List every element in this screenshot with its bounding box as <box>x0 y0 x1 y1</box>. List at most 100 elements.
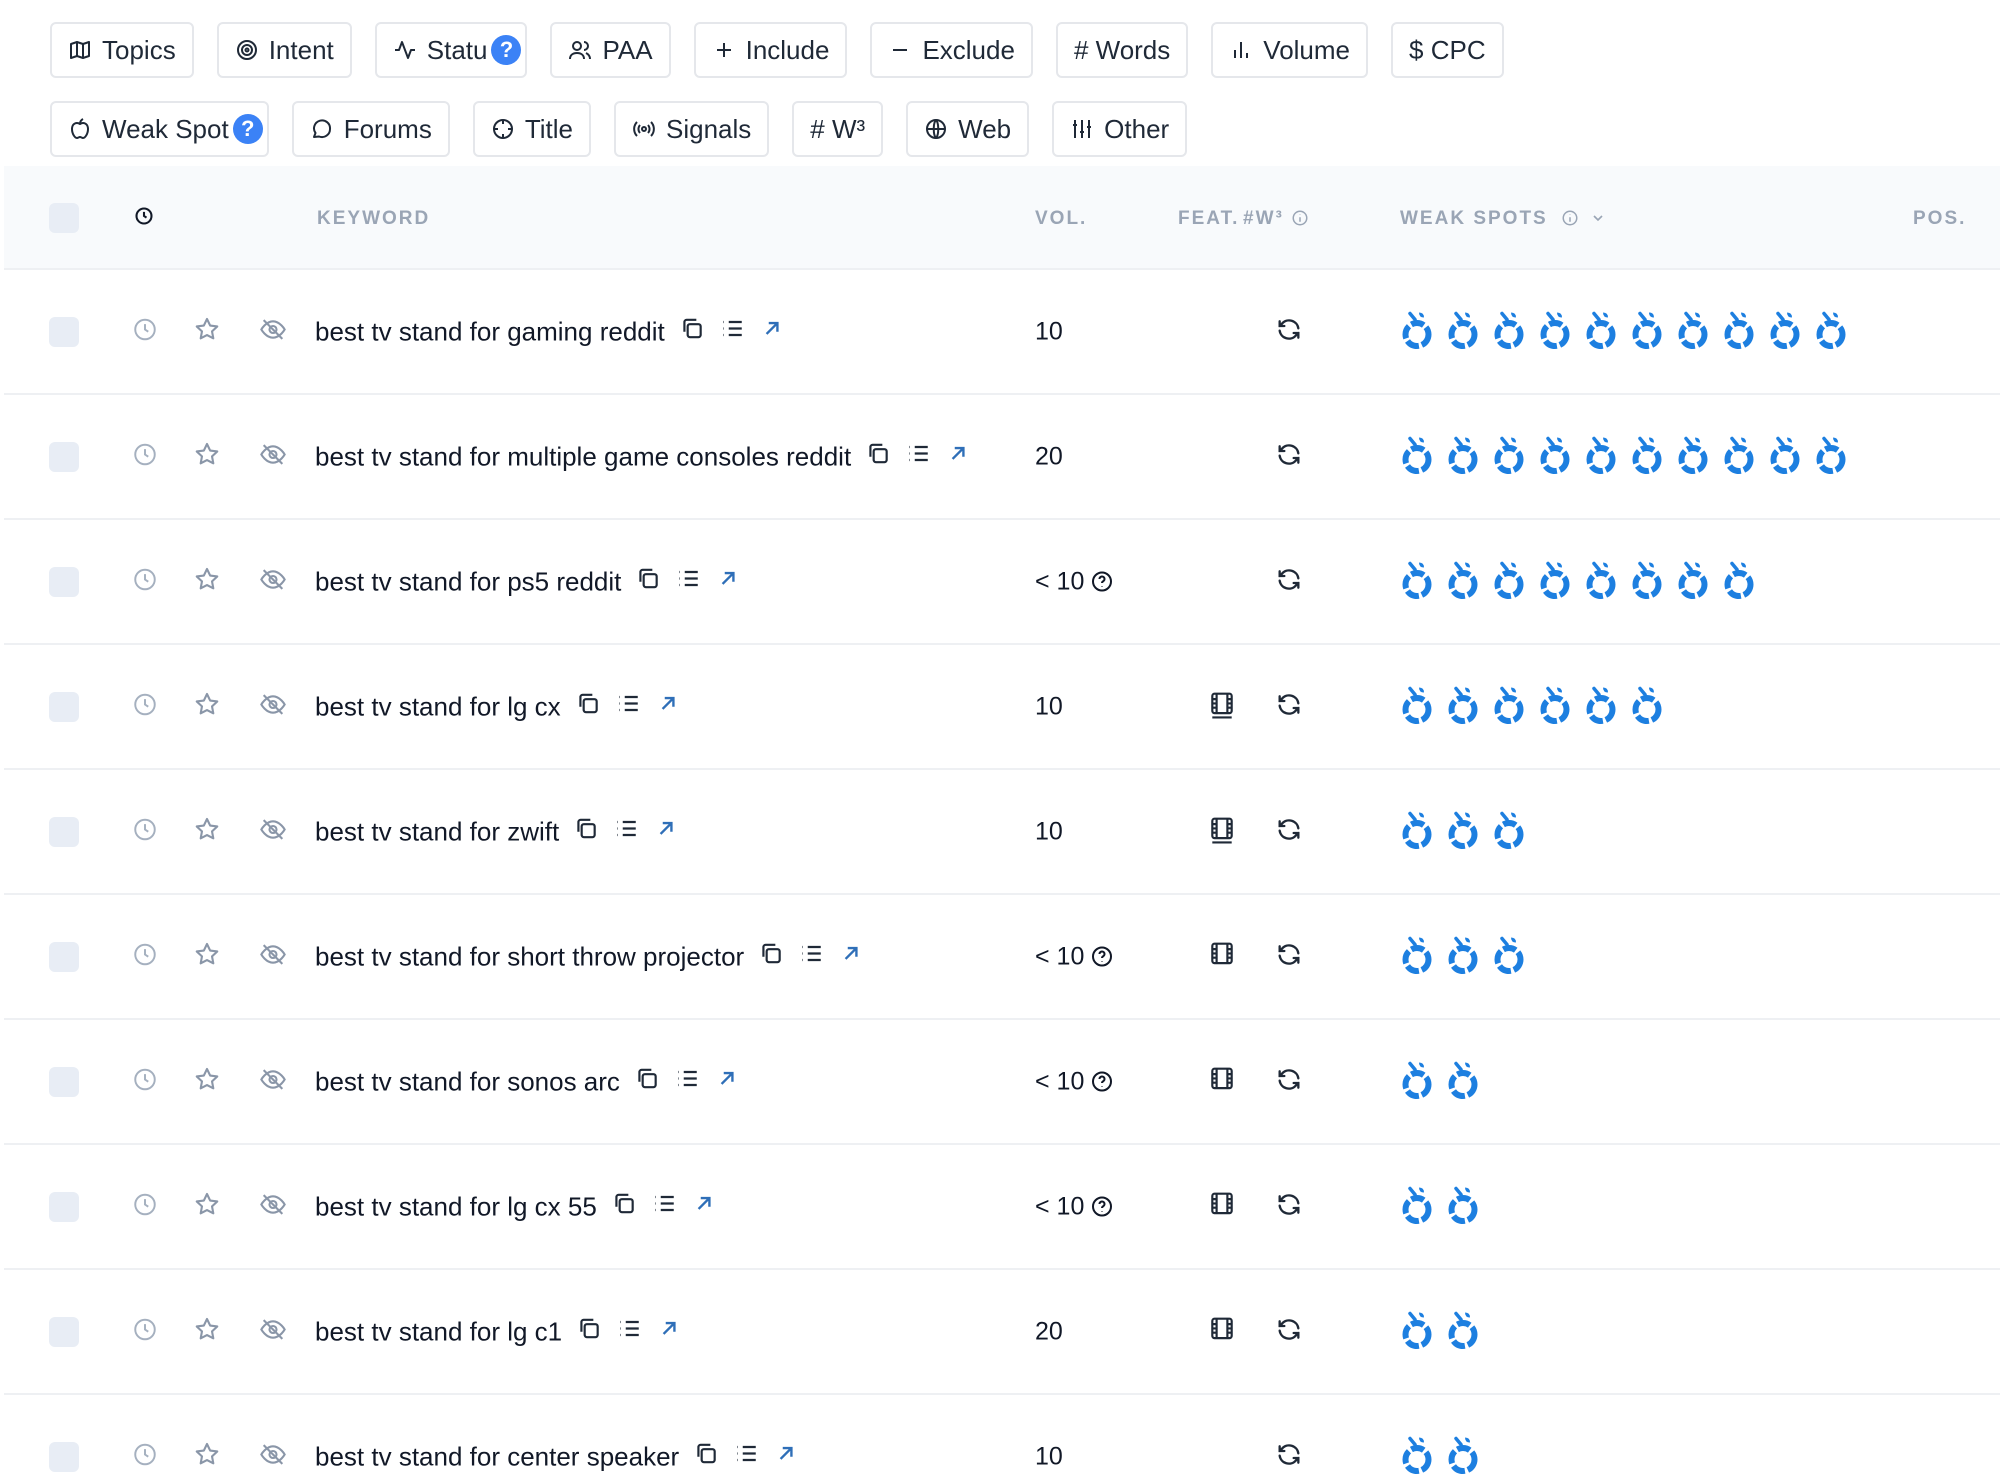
weak-spot-icon[interactable] <box>1446 559 1480 604</box>
weak-spot-icon[interactable] <box>1400 434 1434 479</box>
weak-spot-icon[interactable] <box>1584 309 1618 354</box>
weak-spot-icon[interactable] <box>1584 684 1618 729</box>
refresh-icon[interactable] <box>1275 940 1303 973</box>
keyword-text[interactable]: best tv stand for lg cx <box>315 691 561 722</box>
weak-spot-icon[interactable] <box>1492 309 1526 354</box>
weak-spot-icon[interactable] <box>1768 434 1802 479</box>
filter-other[interactable]: Other <box>1052 101 1188 157</box>
star-icon[interactable] <box>193 565 221 598</box>
weak-spot-icon[interactable] <box>1584 434 1618 479</box>
star-icon[interactable] <box>193 940 221 973</box>
history-icon[interactable] <box>132 441 158 472</box>
filter-exclude[interactable]: Exclude <box>870 22 1033 78</box>
refresh-icon[interactable] <box>1275 1440 1303 1473</box>
pos-header[interactable]: POS. <box>1913 208 1966 230</box>
copy-icon[interactable] <box>758 940 784 973</box>
copy-icon[interactable] <box>576 1315 602 1348</box>
star-icon[interactable] <box>193 1440 221 1473</box>
weak-spots-header[interactable]: WEAK SPOTS <box>1400 208 1606 230</box>
weak-spot-icon[interactable] <box>1400 309 1434 354</box>
row-checkbox[interactable] <box>49 316 79 347</box>
history-icon[interactable] <box>132 941 158 972</box>
keyword-text[interactable]: best tv stand for zwift <box>315 816 559 847</box>
external-link-icon[interactable] <box>759 315 785 348</box>
history-icon[interactable] <box>132 316 158 347</box>
weak-spot-icon[interactable] <box>1630 684 1664 729</box>
keyword-text[interactable]: best tv stand for lg c1 <box>315 1316 562 1347</box>
refresh-icon[interactable] <box>1275 440 1303 473</box>
refresh-icon[interactable] <box>1275 315 1303 348</box>
star-icon[interactable] <box>193 690 221 723</box>
filter-words[interactable]: # Words <box>1055 22 1189 78</box>
filter-cpc[interactable]: $ CPC <box>1391 22 1504 78</box>
film-icon[interactable] <box>1209 815 1235 848</box>
table-row[interactable]: best tv stand for gaming reddit 10 <box>4 270 2000 395</box>
external-link-icon[interactable] <box>691 1190 717 1223</box>
filter-statu[interactable]: Statu? <box>374 22 528 78</box>
eye-off-icon[interactable] <box>259 815 287 848</box>
vol-header[interactable]: VOL. <box>1035 208 1087 230</box>
copy-icon[interactable] <box>635 565 661 598</box>
weak-spot-icon[interactable] <box>1446 934 1480 979</box>
row-checkbox[interactable] <box>49 441 79 472</box>
weak-spot-icon[interactable] <box>1538 434 1572 479</box>
weak-spot-icon[interactable] <box>1538 559 1572 604</box>
row-checkbox[interactable] <box>49 1441 79 1472</box>
table-row[interactable]: best tv stand for sonos arc < 10 <box>4 1020 2000 1145</box>
external-link-icon[interactable] <box>773 1440 799 1473</box>
star-icon[interactable] <box>193 315 221 348</box>
history-icon[interactable] <box>132 816 158 847</box>
table-row[interactable]: best tv stand for zwift 10 <box>4 770 2000 895</box>
eye-off-icon[interactable] <box>259 1440 287 1473</box>
weak-spot-icon[interactable] <box>1446 434 1480 479</box>
help-circle-icon[interactable] <box>1090 945 1114 969</box>
weak-spot-icon[interactable] <box>1446 1309 1480 1354</box>
table-row[interactable]: best tv stand for short throw projector <… <box>4 895 2000 1020</box>
eye-off-icon[interactable] <box>259 1315 287 1348</box>
external-link-icon[interactable] <box>945 440 971 473</box>
weak-spot-icon[interactable] <box>1446 684 1480 729</box>
film-icon[interactable] <box>1209 690 1235 723</box>
weak-spot-icon[interactable] <box>1814 309 1848 354</box>
row-checkbox[interactable] <box>49 566 79 597</box>
weak-spot-icon[interactable] <box>1538 684 1572 729</box>
keyword-text[interactable]: best tv stand for lg cx 55 <box>315 1191 597 1222</box>
list-icon[interactable] <box>719 315 745 348</box>
select-all-checkbox[interactable] <box>49 203 79 233</box>
filter-volume[interactable]: Volume <box>1211 22 1369 78</box>
weak-spot-icon[interactable] <box>1446 309 1480 354</box>
weak-spot-icon[interactable] <box>1768 309 1802 354</box>
help-badge[interactable]: ? <box>491 35 522 65</box>
weak-spot-icon[interactable] <box>1630 434 1664 479</box>
copy-icon[interactable] <box>575 690 601 723</box>
copy-icon[interactable] <box>679 315 705 348</box>
history-icon[interactable] <box>132 1066 158 1097</box>
star-icon[interactable] <box>193 1190 221 1223</box>
weak-spot-icon[interactable] <box>1400 934 1434 979</box>
weak-spot-icon[interactable] <box>1446 1184 1480 1229</box>
keyword-header[interactable]: KEYWORD <box>317 208 430 230</box>
keyword-text[interactable]: best tv stand for multiple game consoles… <box>315 441 851 472</box>
table-row[interactable]: best tv stand for center speaker 10 <box>4 1395 2000 1484</box>
filter-include[interactable]: Include <box>693 22 848 78</box>
row-checkbox[interactable] <box>49 941 79 972</box>
copy-icon[interactable] <box>865 440 891 473</box>
film-icon[interactable] <box>1209 1190 1235 1223</box>
row-checkbox[interactable] <box>49 1191 79 1222</box>
copy-icon[interactable] <box>634 1065 660 1098</box>
weak-spot-icon[interactable] <box>1492 809 1526 854</box>
copy-icon[interactable] <box>611 1190 637 1223</box>
weak-spot-icon[interactable] <box>1400 809 1434 854</box>
list-icon[interactable] <box>613 815 639 848</box>
keyword-text[interactable]: best tv stand for gaming reddit <box>315 316 665 347</box>
weak-spot-icon[interactable] <box>1492 434 1526 479</box>
star-icon[interactable] <box>193 440 221 473</box>
list-icon[interactable] <box>651 1190 677 1223</box>
table-row[interactable]: best tv stand for lg cx 10 <box>4 645 2000 770</box>
weak-spot-icon[interactable] <box>1584 559 1618 604</box>
list-icon[interactable] <box>616 1315 642 1348</box>
external-link-icon[interactable] <box>838 940 864 973</box>
list-icon[interactable] <box>798 940 824 973</box>
keyword-text[interactable]: best tv stand for ps5 reddit <box>315 566 621 597</box>
weak-spot-icon[interactable] <box>1400 559 1434 604</box>
